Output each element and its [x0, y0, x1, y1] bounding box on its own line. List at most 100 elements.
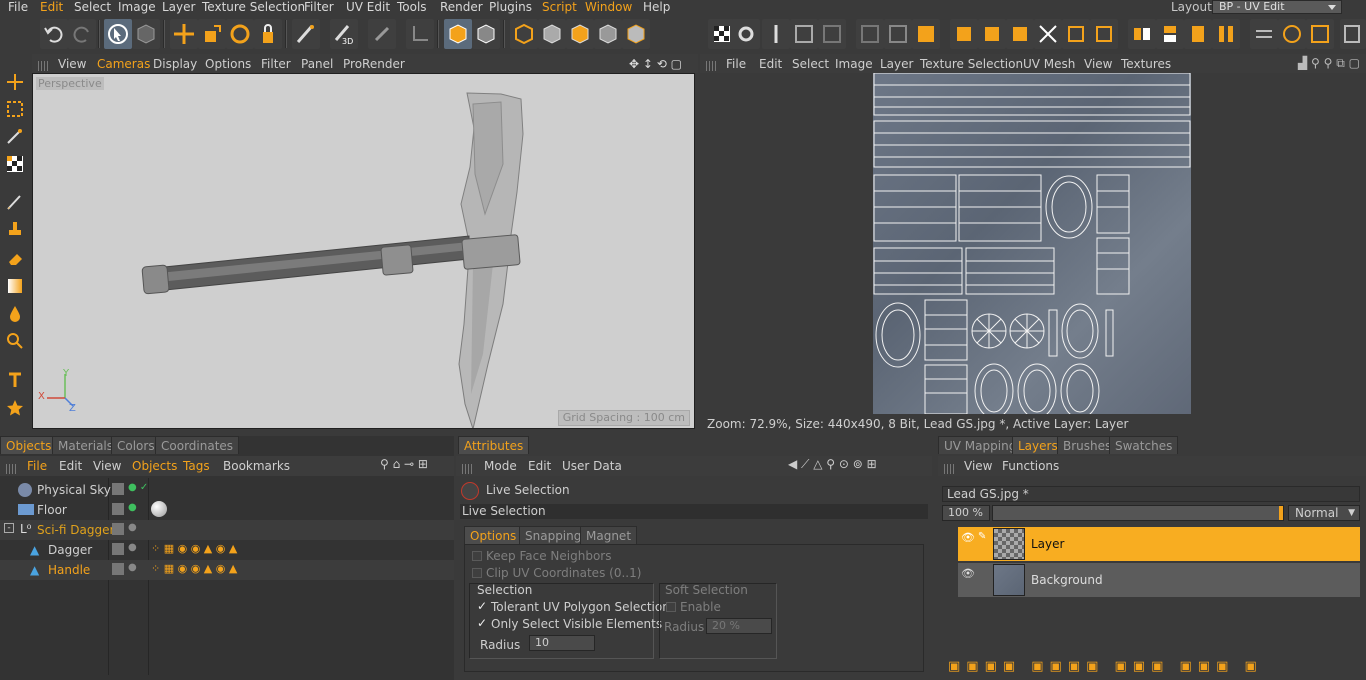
eraser-icon[interactable]: [3, 246, 27, 270]
uv-clear-button[interactable]: [912, 19, 940, 49]
navigation-icons[interactable]: ✥ ↕ ⟲ ▢: [629, 57, 682, 71]
objects-menu-objects[interactable]: Objects: [132, 458, 177, 474]
uv-tile-button[interactable]: [884, 19, 912, 49]
keep-face-neighbors-checkbox[interactable]: [472, 551, 482, 561]
opacity-slider[interactable]: [992, 505, 1284, 521]
tolerant-uv-checkbox[interactable]: ✓: [477, 600, 487, 612]
axis-button[interactable]: [406, 19, 434, 49]
edit-toggle-icon[interactable]: [112, 483, 124, 495]
uv-menu-image[interactable]: Image: [835, 56, 873, 72]
uv-grid-button[interactable]: [856, 19, 884, 49]
menu-render[interactable]: Render: [440, 0, 483, 14]
viewport-menu-filter[interactable]: Filter: [261, 56, 291, 72]
brush-tool-button[interactable]: [292, 19, 320, 49]
subtab-options[interactable]: Options: [464, 526, 523, 544]
viewport-menu-cameras[interactable]: Cameras: [97, 56, 150, 72]
menu-select[interactable]: Select: [74, 0, 111, 14]
object-row-handle[interactable]: ▲ Handle ● ⁘ ▦ ◉ ◉ ▲ ◉ ▲: [0, 560, 454, 580]
star-icon[interactable]: [3, 396, 27, 420]
objects-menu-file[interactable]: File: [27, 458, 47, 474]
layers-menu-functions[interactable]: Functions: [1002, 458, 1059, 474]
tag-icons[interactable]: ⁘ ▦ ◉ ◉ ▲ ◉ ▲: [151, 542, 237, 555]
brush-icon[interactable]: [3, 190, 27, 214]
grid-snap-button[interactable]: [1306, 19, 1334, 49]
viewport-menu-panel[interactable]: Panel: [301, 56, 333, 72]
align-right-button[interactable]: [1006, 19, 1034, 49]
soft-radius-input[interactable]: 20 %: [706, 618, 772, 634]
uv-menu-layer[interactable]: Layer: [880, 56, 913, 72]
mirror-v-button[interactable]: [1156, 19, 1184, 49]
edit-toggle-icon[interactable]: [112, 543, 124, 555]
points-mode-button[interactable]: [510, 19, 538, 49]
uv-polygons-button[interactable]: [622, 19, 650, 49]
viewport-menu-view[interactable]: View: [58, 56, 86, 72]
magic-wand-icon[interactable]: [3, 124, 27, 148]
tab-objects[interactable]: Objects: [0, 436, 58, 454]
visibility-dots-icon[interactable]: ●: [128, 522, 137, 533]
objects-menu-view[interactable]: View: [93, 458, 121, 474]
columns-button[interactable]: [1212, 19, 1240, 49]
material-tag-icon[interactable]: [151, 501, 167, 517]
tab-swatches[interactable]: Swatches: [1109, 436, 1179, 454]
distribute-button[interactable]: [1062, 19, 1090, 49]
target-button[interactable]: [1278, 19, 1306, 49]
scale-tool-button[interactable]: [198, 19, 226, 49]
tab-layers[interactable]: Layers: [1012, 436, 1064, 454]
eye-icon[interactable]: 👁: [961, 567, 975, 580]
object-row-floor[interactable]: Floor ●: [0, 500, 454, 520]
zoom-icon[interactable]: [3, 329, 27, 353]
align-center-button[interactable]: [1034, 19, 1062, 49]
edit-toggle-icon[interactable]: [112, 563, 124, 575]
viewport-menu-prorender[interactable]: ProRender: [343, 56, 405, 72]
tag-icons[interactable]: ⁘ ▦ ◉ ◉ ▲ ◉ ▲: [151, 562, 237, 575]
uv-menu-edit[interactable]: Edit: [759, 56, 782, 72]
attributes-menu-mode[interactable]: Mode: [484, 458, 517, 474]
soft-enable-checkbox[interactable]: [666, 602, 676, 612]
layer-action-icons[interactable]: ▣▣▣▣ ▣▣▣▣ ▣▣▣ ▣▣▣ ▣: [948, 658, 1288, 676]
uv-cube-button[interactable]: [444, 19, 472, 49]
uv-menu-textures[interactable]: Textures: [1121, 56, 1171, 72]
visibility-dots-icon[interactable]: ●: [128, 562, 137, 573]
brush-lock-icon[interactable]: ✎: [978, 531, 986, 542]
flip-button[interactable]: [1090, 19, 1118, 49]
align-left-button[interactable]: [950, 19, 978, 49]
menu-help[interactable]: Help: [643, 0, 670, 14]
uv-menu-uv-mesh[interactable]: UV Mesh: [1023, 56, 1075, 72]
tab-attributes[interactable]: Attributes: [458, 436, 530, 454]
eye-icon[interactable]: 👁: [961, 531, 975, 544]
edit-toggle-icon[interactable]: [112, 503, 124, 515]
tab-coordinates[interactable]: Coordinates: [155, 436, 240, 454]
menu-script[interactable]: Script: [542, 0, 577, 14]
attributes-menu-edit[interactable]: Edit: [528, 458, 551, 474]
tab-materials[interactable]: Materials: [52, 436, 120, 454]
lock-axis-button[interactable]: [254, 19, 282, 49]
edges-mode-button[interactable]: [538, 19, 566, 49]
only-visible-checkbox[interactable]: ✓: [477, 617, 487, 629]
more-tools-button[interactable]: [1340, 19, 1366, 49]
viewport-menu-display[interactable]: Display: [153, 56, 197, 72]
redo-button[interactable]: [68, 19, 96, 49]
text-tool-icon[interactable]: [3, 368, 27, 392]
align-top-button[interactable]: [978, 19, 1006, 49]
tab-uv-mapping[interactable]: UV Mapping: [938, 436, 1023, 454]
menu-file[interactable]: File: [8, 0, 28, 14]
gradient-icon[interactable]: [3, 274, 27, 298]
menu-layer[interactable]: Layer: [162, 0, 195, 14]
stack-button[interactable]: [1184, 19, 1212, 49]
menu-uv-edit[interactable]: UV Edit: [346, 0, 390, 14]
drop-icon[interactable]: [3, 302, 27, 326]
3d-viewport[interactable]: Perspective Y X Z Grid Spacing : 100 cm: [32, 73, 695, 429]
objects-menu-bookmarks[interactable]: Bookmarks: [223, 458, 290, 474]
object-row-dagger[interactable]: ▲ Dagger ● ⁘ ▦ ◉ ◉ ▲ ◉ ▲: [0, 540, 454, 560]
gear-icon[interactable]: [732, 19, 760, 49]
opacity-slider-handle[interactable]: [1279, 506, 1283, 520]
visibility-dots-icon[interactable]: ●: [128, 502, 137, 513]
move-tool-button[interactable]: [170, 19, 198, 49]
visibility-dots-icon[interactable]: ● ✓: [128, 482, 148, 493]
subtab-snapping[interactable]: Snapping: [519, 526, 588, 544]
layers-menu-view[interactable]: View: [964, 458, 992, 474]
uv-menu-file[interactable]: File: [726, 56, 746, 72]
menu-texture-selection[interactable]: Texture Selection: [202, 0, 305, 14]
rotate-tool-button[interactable]: [226, 19, 254, 49]
menu-window[interactable]: Window: [585, 0, 632, 14]
